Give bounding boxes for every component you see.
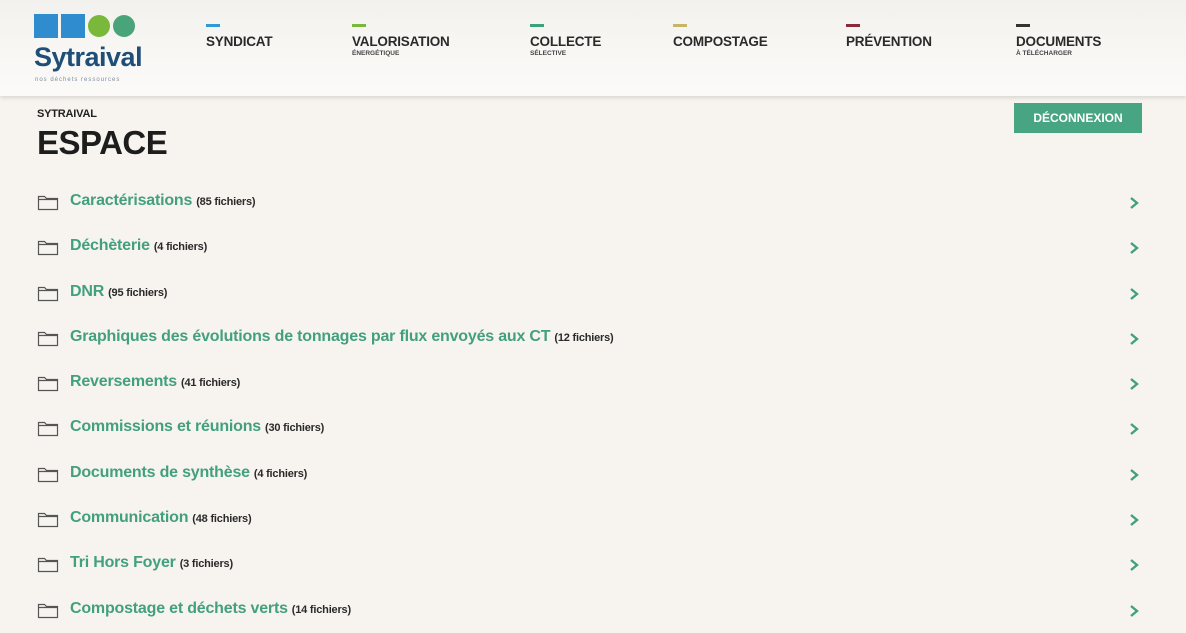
chevron-right-icon[interactable] [1128,558,1140,572]
folder-link[interactable]: Communication (48 fichiers) [70,509,252,527]
nav-item-prevention[interactable]: PRÉVENTION [846,24,932,49]
logo-mark [34,14,135,38]
folder-link[interactable]: Documents de synthèse (4 fichiers) [70,464,307,482]
nav-color-bar [1016,24,1030,27]
chevron-right-icon[interactable] [1128,377,1140,391]
file-count: (14 fichiers) [291,603,351,616]
folder-name: Documents de synthèse [70,463,250,481]
folder-name: Déchèterie [70,237,150,255]
folder-row[interactable]: Reversements (41 fichiers) [0,361,1186,406]
logo-square-1 [34,14,58,38]
folder-icon [37,377,59,392]
logout-button[interactable]: DÉCONNEXION [1014,103,1142,133]
folder-name: Commissions et réunions [70,418,261,436]
logo-tagline: nos déchets ressources [35,77,121,83]
nav-item-valorisation[interactable]: VALORISATION ÉNERGÉTIQUE [352,24,450,57]
file-count: (4 fichiers) [153,241,208,254]
nav-item-compostage[interactable]: COMPOSTAGE [673,24,768,49]
folder-link[interactable]: Reversements (41 fichiers) [70,373,240,391]
folder-list: Caractérisations (85 fichiers) Déchèterie… [0,180,1186,633]
folder-name: Tri Hors Foyer [70,554,176,572]
chevron-right-icon[interactable] [1128,241,1140,255]
nav-label: PRÉVENTION [846,34,932,49]
logo-square-2 [61,14,85,38]
nav-color-bar [206,24,220,27]
nav-color-bar [352,24,366,27]
breadcrumb: SYTRAIVAL [37,108,97,120]
folder-icon [37,241,59,256]
nav-color-bar [673,24,687,27]
site-header: Sytraival nos déchets ressources SYNDICA… [0,0,1186,96]
logo-text: Sytraival [34,42,143,72]
nav-item-collecte[interactable]: COLLECTE SÉLECTIVE [530,24,601,57]
folder-link[interactable]: Graphiques des évolutions de tonnages pa… [70,328,614,346]
nav-sublabel: À TÉLÉCHARGER [1016,50,1072,57]
chevron-right-icon[interactable] [1128,332,1140,346]
folder-icon [37,195,59,211]
folder-link[interactable]: Caractérisations (85 fichiers) [70,192,256,210]
folder-name: Communication [70,509,189,527]
logo-circle-1 [88,15,110,37]
site-logo[interactable]: Sytraival nos déchets ressources [34,14,154,88]
chevron-right-icon[interactable] [1128,513,1140,527]
file-count: (30 fichiers) [265,422,325,435]
folder-link[interactable]: Déchèterie (4 fichiers) [70,237,207,255]
folder-row[interactable]: Tri Hors Foyer (3 fichiers) [0,542,1186,587]
folder-row[interactable]: Documents de synthèse (4 fichiers) [0,452,1186,497]
folder-icon [37,512,59,528]
nav-label: COLLECTE [530,34,602,49]
file-count: (12 fichiers) [554,331,614,344]
folder-link[interactable]: Commissions et réunions (30 fichiers) [70,418,324,436]
folder-name: Caractérisations [70,192,193,209]
chevron-right-icon[interactable] [1128,468,1140,482]
folder-row[interactable]: Caractérisations (85 fichiers) [0,180,1186,225]
folder-name: Reversements [70,373,177,391]
folder-row[interactable]: DNR (95 fichiers) [0,271,1186,316]
chevron-right-icon[interactable] [1128,196,1140,210]
folder-icon [37,422,59,437]
nav-item-documents[interactable]: DOCUMENTS À TÉLÉCHARGER [1016,24,1101,57]
folder-name: Graphiques des évolutions de tonnages pa… [70,327,551,345]
folder-row[interactable]: Compostage et déchets verts (14 fichiers) [0,588,1186,633]
nav-color-bar [846,24,860,27]
file-count: (4 fichiers) [253,467,308,480]
nav-label: COMPOSTAGE [673,34,768,49]
folder-icon [37,603,59,618]
nav-sublabel: ÉNERGÉTIQUE [352,50,400,57]
file-count: (95 fichiers) [108,286,168,299]
nav-item-syndicat[interactable]: SYNDICAT [206,24,273,49]
file-count: (85 fichiers) [196,196,256,208]
folder-row[interactable]: Commissions et réunions (30 fichiers) [0,406,1186,451]
folder-name: Compostage et déchets verts [70,599,288,617]
chevron-right-icon[interactable] [1128,422,1140,436]
logo-circle-2 [113,15,135,37]
nav-color-bar [530,24,544,27]
chevron-right-icon[interactable] [1128,604,1140,618]
file-count: (3 fichiers) [179,558,233,571]
folder-icon [37,331,59,346]
nav-label: DOCUMENTS [1016,34,1102,49]
folder-row[interactable]: Graphiques des évolutions de tonnages pa… [0,316,1186,361]
folder-icon [37,467,59,482]
folder-link[interactable]: Tri Hors Foyer (3 fichiers) [70,554,233,572]
folder-row[interactable]: Communication (48 fichiers) [0,497,1186,542]
chevron-right-icon[interactable] [1128,287,1140,301]
page-title: ESPACE [37,124,168,161]
nav-label: VALORISATION [352,34,450,49]
folder-row[interactable]: Déchèterie (4 fichiers) [0,225,1186,270]
folder-link[interactable]: Compostage et déchets verts (14 fichiers) [70,600,351,618]
nav-sublabel: SÉLECTIVE [530,50,567,57]
folder-name: DNR [70,282,105,300]
folder-link[interactable]: DNR (95 fichiers) [70,283,167,301]
file-count: (48 fichiers) [192,513,252,526]
nav-label: SYNDICAT [206,34,273,49]
file-count: (41 fichiers) [181,377,241,390]
folder-icon [37,558,59,573]
folder-icon [37,286,59,301]
